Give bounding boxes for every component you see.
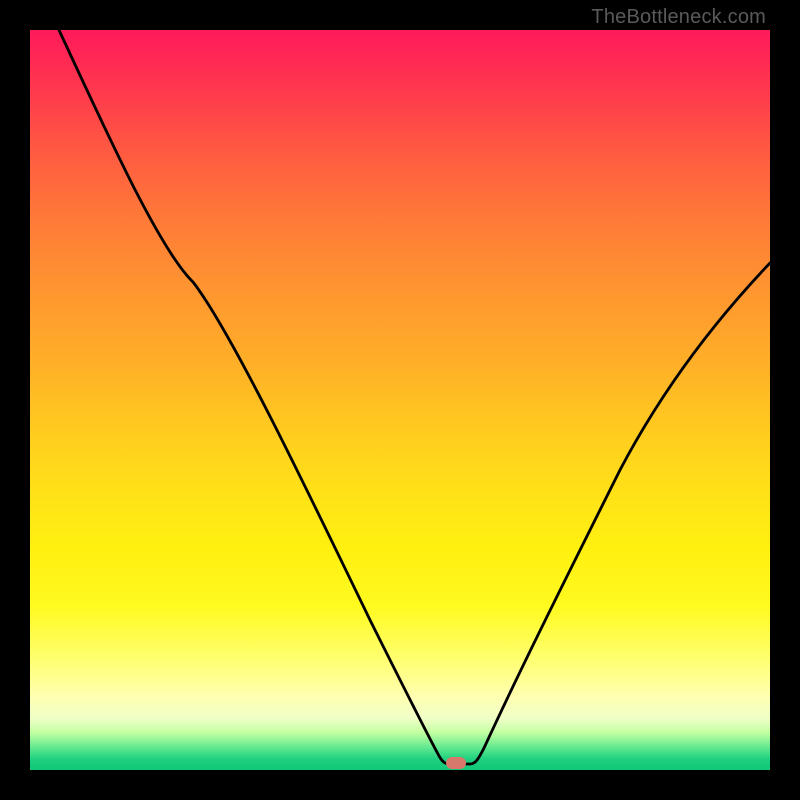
chart-border-left bbox=[0, 0, 30, 800]
chart-svg bbox=[30, 30, 770, 770]
chart-border-bottom bbox=[0, 770, 800, 800]
watermark-text: TheBottleneck.com bbox=[591, 6, 766, 29]
plot-area bbox=[30, 30, 770, 770]
bottleneck-curve-line bbox=[59, 30, 770, 764]
chart-border-right bbox=[770, 0, 800, 800]
minimum-marker bbox=[446, 757, 466, 769]
